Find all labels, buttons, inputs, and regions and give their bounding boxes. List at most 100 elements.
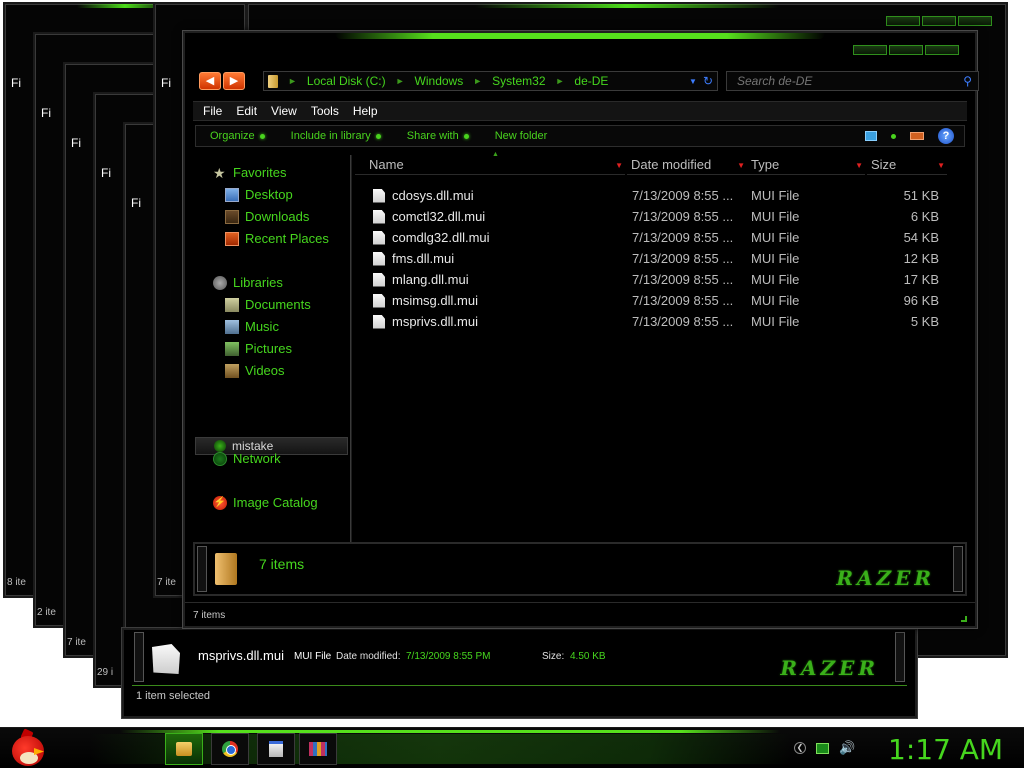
- search-box[interactable]: ⚲: [726, 71, 979, 91]
- chevron-down-icon[interactable]: ▼: [615, 161, 623, 170]
- menu-help[interactable]: Help: [353, 104, 378, 118]
- file-row[interactable]: msimsg.dll.mui 7/13/2009 8:55 ... MUI Fi…: [355, 290, 963, 311]
- breadcrumb-windows[interactable]: Windows: [411, 74, 468, 88]
- nav-pictures[interactable]: Pictures: [225, 341, 292, 356]
- column-type-label: Type: [751, 157, 780, 172]
- minimize-button[interactable]: [886, 16, 920, 26]
- chevron-right-icon[interactable]: ►: [390, 76, 411, 86]
- chevron-down-icon[interactable]: ▼: [737, 161, 745, 170]
- chevron-down-icon[interactable]: ▼: [855, 161, 863, 170]
- search-icon[interactable]: ⚲: [963, 74, 978, 88]
- menu-edit[interactable]: Edit: [236, 104, 257, 118]
- forward-button[interactable]: ▶: [223, 72, 245, 90]
- menu-view[interactable]: View: [271, 104, 297, 118]
- nav-documents[interactable]: Documents: [225, 297, 311, 312]
- back-button[interactable]: ◀: [199, 72, 221, 90]
- nav-videos[interactable]: Videos: [225, 363, 285, 378]
- taskbar-notepad[interactable]: [257, 733, 295, 765]
- maximize-button[interactable]: [889, 45, 923, 55]
- close-button[interactable]: [958, 16, 992, 26]
- menu-file[interactable]: File: [203, 104, 222, 118]
- nav-network[interactable]: Network: [213, 451, 281, 466]
- menu-bar: File Edit View Tools Help: [193, 101, 967, 121]
- breadcrumb-system32[interactable]: System32: [488, 74, 549, 88]
- clock[interactable]: 1:17 AM: [888, 733, 1003, 766]
- menu-label[interactable]: Fi: [131, 196, 141, 210]
- column-date-label: Date modified: [631, 157, 712, 172]
- help-icon[interactable]: ?: [938, 128, 954, 144]
- column-header-size[interactable]: Size ▼: [867, 155, 947, 175]
- nav-libraries[interactable]: Libraries: [213, 275, 283, 290]
- file-type: MUI File: [751, 230, 800, 245]
- scroll-edge-right: [895, 632, 905, 682]
- file-type: MUI File: [751, 293, 800, 308]
- chevron-right-icon[interactable]: ►: [282, 76, 303, 86]
- chevron-down-icon[interactable]: ▼: [937, 161, 945, 170]
- change-view-icon[interactable]: [865, 131, 877, 141]
- breadcrumb-de-de[interactable]: de-DE: [570, 74, 612, 88]
- column-header-date[interactable]: Date modified ▼: [627, 155, 747, 175]
- start-button[interactable]: [8, 728, 48, 768]
- column-header-type[interactable]: Type ▼: [747, 155, 865, 175]
- command-bar: Organize Include in library Share with N…: [195, 125, 965, 147]
- breadcrumb-local-disk[interactable]: Local Disk (C:): [303, 74, 390, 88]
- size-value: 4.50 KB: [570, 651, 606, 662]
- file-row[interactable]: comctl32.dll.mui 7/13/2009 8:55 ... MUI …: [355, 206, 963, 227]
- taskbar-explorer[interactable]: [165, 733, 203, 765]
- network-status-icon[interactable]: [816, 742, 829, 754]
- nav-image-catalog[interactable]: ⚡ Image Catalog: [213, 495, 318, 510]
- file-name: comdlg32.dll.mui: [392, 230, 490, 245]
- file-row[interactable]: mlang.dll.mui 7/13/2009 8:55 ... MUI Fil…: [355, 269, 963, 290]
- view-options-icon[interactable]: [891, 133, 896, 139]
- nav-favorites[interactable]: ★ Favorites: [213, 165, 286, 180]
- search-input[interactable]: [737, 74, 964, 88]
- chevron-right-icon[interactable]: ►: [467, 76, 488, 86]
- image-catalog-label: Image Catalog: [233, 495, 318, 510]
- share-with-button[interactable]: Share with: [407, 130, 469, 142]
- nav-downloads[interactable]: Downloads: [225, 209, 309, 224]
- nav-desktop[interactable]: Desktop: [225, 187, 293, 202]
- dropdown-dot-icon: [463, 133, 469, 139]
- pane-splitter[interactable]: [350, 155, 352, 543]
- file-row[interactable]: cdosys.dll.mui 7/13/2009 8:55 ... MUI Fi…: [355, 185, 963, 206]
- new-folder-button[interactable]: New folder: [495, 130, 548, 142]
- file-type: MUI File: [751, 272, 800, 287]
- selected-file-window[interactable]: msprivs.dll.mui MUI File Date modified: …: [122, 628, 917, 718]
- show-hidden-icons-icon[interactable]: ❮: [794, 742, 806, 754]
- dropdown-dot-icon: [259, 133, 265, 139]
- include-in-library-label: Include in library: [290, 130, 371, 142]
- organize-button[interactable]: Organize: [210, 130, 265, 142]
- menu-label[interactable]: Fi: [101, 166, 111, 180]
- file-row[interactable]: msprivs.dll.mui 7/13/2009 8:55 ... MUI F…: [355, 311, 963, 332]
- file-type: MUI File: [751, 251, 800, 266]
- documents-label: Documents: [245, 297, 311, 312]
- nav-music[interactable]: Music: [225, 319, 279, 334]
- file-name-cell: msprivs.dll.mui: [373, 314, 478, 329]
- taskbar-winrar[interactable]: [299, 733, 337, 765]
- menu-label[interactable]: Fi: [11, 76, 21, 90]
- maximize-button[interactable]: [922, 16, 956, 26]
- menu-label[interactable]: Fi: [161, 76, 171, 90]
- refresh-icon[interactable]: ↻: [703, 74, 717, 88]
- chevron-down-icon[interactable]: ▼: [689, 77, 703, 86]
- resize-grip-icon[interactable]: [961, 616, 967, 622]
- chevron-right-icon[interactable]: ►: [550, 76, 571, 86]
- nav-recent-places[interactable]: Recent Places: [225, 231, 329, 246]
- menu-label[interactable]: Fi: [41, 106, 51, 120]
- navigation-pane: ★ Favorites Desktop Downloads Recent Plac…: [195, 155, 350, 543]
- column-header-name[interactable]: ▲ Name ▼: [355, 151, 625, 175]
- address-bar[interactable]: ► Local Disk (C:) ► Windows ► System32 ►…: [263, 71, 718, 91]
- taskbar-chrome[interactable]: [211, 733, 249, 765]
- volume-icon[interactable]: 🔊: [839, 741, 855, 754]
- preview-pane-icon[interactable]: [910, 132, 924, 140]
- menu-label[interactable]: Fi: [71, 136, 81, 150]
- file-size: 54 KB: [903, 230, 939, 245]
- file-row[interactable]: fms.dll.mui 7/13/2009 8:55 ... MUI File …: [355, 248, 963, 269]
- menu-tools[interactable]: Tools: [311, 104, 339, 118]
- file-row[interactable]: comdlg32.dll.mui 7/13/2009 8:55 ... MUI …: [355, 227, 963, 248]
- close-button[interactable]: [925, 45, 959, 55]
- explorer-window[interactable]: ◀ ▶ ► Local Disk (C:) ► Windows ► System…: [183, 31, 979, 628]
- include-in-library-button[interactable]: Include in library: [291, 130, 381, 142]
- scroll-edge-left: [197, 546, 207, 592]
- minimize-button[interactable]: [853, 45, 887, 55]
